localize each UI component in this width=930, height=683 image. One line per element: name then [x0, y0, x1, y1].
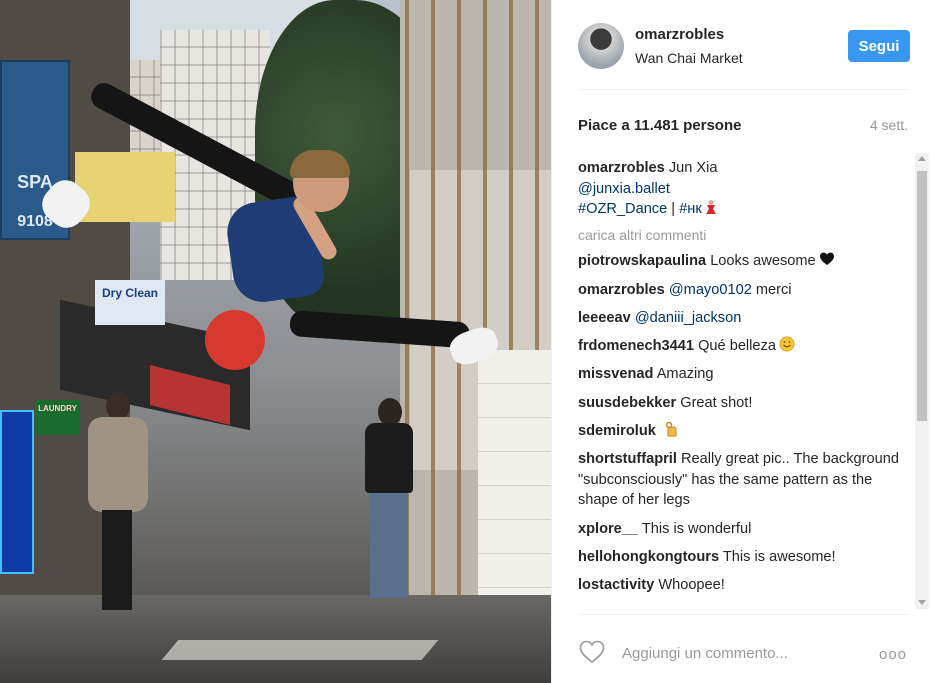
like-heart-icon[interactable]	[579, 640, 605, 664]
comment-mention[interactable]: @mayo0102	[669, 282, 752, 298]
likes-count[interactable]: Piace a 11.481 persone	[578, 117, 741, 134]
comment-username[interactable]: xplore__	[578, 521, 638, 537]
post-time[interactable]: 4 sett.	[870, 117, 908, 133]
street	[0, 595, 551, 683]
scroll-thumb[interactable]	[917, 171, 927, 421]
caption: omarzrobles Jun Xia @junxia.ballet #OZR_…	[578, 158, 913, 220]
comment: xplore__ This is wonderful	[578, 519, 913, 540]
smiling-face-icon	[779, 336, 795, 352]
comment-text: Looks awesome	[710, 253, 816, 270]
post-photo[interactable]: SPA 9108 Dry Clean LAUNDRY	[0, 0, 551, 683]
comment: hellohongkongtours This is awesome!	[578, 547, 913, 568]
divider	[578, 89, 909, 90]
author-username[interactable]: omarzrobles	[635, 26, 724, 43]
post-sidebar: omarzrobles Wan Chai Market Segui Piace …	[551, 0, 930, 683]
comment: piotrowskapaulina Looks awesome	[578, 251, 913, 272]
comment: leeeeav @daniii_jackson	[578, 308, 913, 329]
comments-list: omarzrobles Jun Xia @junxia.ballet #OZR_…	[578, 158, 913, 610]
comment-username[interactable]: lostactivity	[578, 577, 654, 593]
comment-username[interactable]: omarzrobles	[578, 282, 665, 298]
black-heart-icon	[819, 252, 834, 266]
comment: frdomenech3441 Qué belleza	[578, 336, 913, 357]
caption-hashtag-2[interactable]: #нк	[679, 201, 702, 217]
scroll-up-arrow-icon[interactable]	[918, 156, 926, 161]
instagram-post: SPA 9108 Dry Clean LAUNDRY omarzrobles W…	[0, 0, 930, 683]
comment-username[interactable]: piotrowskapaulina	[578, 253, 706, 269]
follow-button[interactable]: Segui	[848, 30, 910, 62]
comment-username[interactable]: suusdebekker	[578, 395, 676, 411]
comment-username[interactable]: leeeeav	[578, 310, 631, 326]
comment-username[interactable]: hellohongkongtours	[578, 549, 719, 565]
caption-username[interactable]: omarzrobles	[578, 160, 665, 176]
avatar[interactable]	[578, 23, 624, 69]
caption-text: Jun Xia	[668, 160, 718, 176]
comment-username[interactable]: shortstuffapril	[578, 451, 677, 467]
flamenco-emoji-icon	[705, 200, 716, 214]
add-comment-input[interactable]	[620, 644, 854, 663]
post-location[interactable]: Wan Chai Market	[635, 50, 743, 66]
comment: suusdebekker Great shot!	[578, 393, 913, 414]
scroll-down-arrow-icon[interactable]	[918, 600, 926, 605]
comment: sdemiroluk	[578, 421, 913, 442]
dancer	[35, 78, 503, 380]
comment-container: piotrowskapaulina Looks awesome omarzrobl…	[578, 251, 913, 595]
comment-text: Qué belleza	[698, 338, 776, 355]
pedestrian	[360, 398, 420, 598]
comment-mention[interactable]: @daniii_jackson	[635, 310, 742, 326]
ok-hand-icon	[665, 421, 677, 437]
caption-separator: |	[667, 201, 680, 217]
road-marking	[161, 640, 439, 660]
caption-mention[interactable]: @junxia.ballet	[578, 181, 670, 197]
divider	[578, 614, 909, 615]
comment: omarzrobles @mayo0102 merci	[578, 280, 913, 301]
comment-text: This is wonderful	[641, 520, 752, 537]
comment-text: merci	[755, 281, 792, 298]
more-options-icon[interactable]: ooo	[879, 646, 907, 663]
comment: shortstuffapril Really great pic.. The b…	[578, 449, 913, 511]
laundry-sign-text: LAUNDRY	[38, 404, 77, 413]
pedestrian	[88, 392, 148, 612]
comment-text: Amazing	[656, 366, 714, 383]
post-header: omarzrobles Wan Chai Market Segui	[552, 0, 930, 90]
load-more-comments[interactable]: carica altri commenti	[578, 227, 913, 243]
comment-text: Great shot!	[680, 394, 753, 411]
comment-username[interactable]: sdemiroluk	[578, 423, 656, 439]
comment-username[interactable]: frdomenech3441	[578, 338, 694, 354]
neon-sign	[0, 410, 34, 574]
stacked-boxes	[478, 350, 551, 610]
comment-username[interactable]: missvenad	[578, 366, 653, 382]
comments-scrollbar[interactable]	[915, 153, 929, 609]
comment: missvenad Amazing	[578, 364, 913, 385]
comment-text: This is awesome!	[722, 548, 836, 565]
caption-hashtag[interactable]: #OZR_Dance	[578, 201, 667, 217]
comment: lostactivity Whoopee!	[578, 575, 913, 596]
comment-text: Whoopee!	[658, 577, 725, 594]
laundry-sign: LAUNDRY	[35, 400, 80, 435]
